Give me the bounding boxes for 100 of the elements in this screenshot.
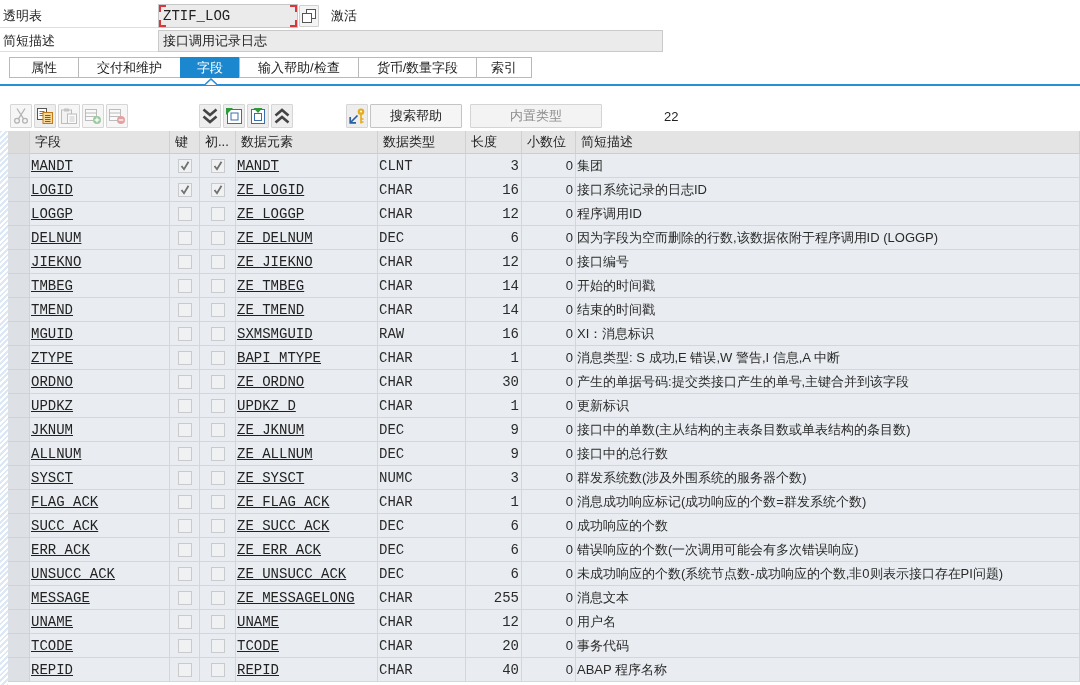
field-name-link[interactable]: ZTYPE	[31, 349, 73, 366]
column-header[interactable]: 字段	[30, 131, 170, 154]
field-name-link[interactable]: ORDNO	[31, 373, 73, 390]
checkbox[interactable]	[210, 638, 225, 653]
checkbox[interactable]	[210, 566, 225, 581]
column-header[interactable]: 键	[170, 131, 200, 154]
data-element-link[interactable]: ZE_LOGID	[237, 181, 305, 198]
field-name-link[interactable]: UNAME	[31, 613, 73, 630]
checkbox[interactable]	[210, 518, 225, 533]
data-element-link[interactable]: UPDKZ_D	[237, 397, 296, 414]
row-selector[interactable]	[8, 250, 30, 274]
data-element-link[interactable]: ZE_SUCC_ACK	[237, 517, 330, 534]
toolbar-button[interactable]	[346, 104, 368, 128]
data-element-link[interactable]: SXMSMGUID	[237, 325, 313, 342]
checkbox[interactable]	[210, 614, 225, 629]
column-header[interactable]: 简短描述	[576, 131, 1080, 154]
checkbox[interactable]	[177, 446, 192, 461]
row-selector[interactable]	[8, 322, 30, 346]
checkbox[interactable]	[177, 566, 192, 581]
data-element-link[interactable]: ZE_FLAG_ACK	[237, 493, 330, 510]
data-element-link[interactable]: ZE_LOGGP	[237, 205, 305, 222]
checkbox[interactable]	[177, 206, 192, 221]
field-name-link[interactable]: TCODE	[31, 637, 73, 654]
data-element-link[interactable]: ZE_MESSAGELONG	[237, 589, 355, 606]
checkbox[interactable]	[177, 638, 192, 653]
row-selector[interactable]	[8, 658, 30, 682]
column-header[interactable]: 长度	[466, 131, 522, 154]
tab[interactable]: 属性	[9, 57, 79, 78]
data-element-link[interactable]: ZE_ALLNUM	[237, 445, 313, 462]
field-name-link[interactable]: REPID	[31, 661, 73, 678]
row-selector[interactable]	[8, 634, 30, 658]
data-element-link[interactable]: UNAME	[237, 613, 279, 630]
checkbox[interactable]	[177, 182, 192, 197]
row-selector[interactable]	[8, 178, 30, 202]
field-name-link[interactable]: LOGGP	[31, 205, 73, 222]
checkbox[interactable]	[177, 254, 192, 269]
checkbox[interactable]	[177, 326, 192, 341]
row-selector[interactable]	[8, 394, 30, 418]
data-element-link[interactable]: MANDT	[237, 157, 279, 174]
field-name-link[interactable]: JIEKNO	[31, 253, 82, 270]
toolbar-button[interactable]	[271, 104, 293, 128]
row-selector[interactable]	[8, 562, 30, 586]
checkbox[interactable]	[210, 350, 225, 365]
tab[interactable]: 字段	[180, 57, 240, 78]
toolbar-button[interactable]	[247, 104, 269, 128]
column-header[interactable]: 小数位	[522, 131, 576, 154]
tab[interactable]: 货币/数量字段	[357, 57, 478, 78]
row-selector[interactable]	[8, 442, 30, 466]
checkbox[interactable]	[177, 158, 192, 173]
checkbox[interactable]	[210, 398, 225, 413]
field-name-link[interactable]: TMEND	[31, 301, 73, 318]
field-name-link[interactable]: SYSCT	[31, 469, 73, 486]
checkbox[interactable]	[177, 398, 192, 413]
field-name-link[interactable]: ALLNUM	[31, 445, 82, 462]
data-element-link[interactable]: ZE_DELNUM	[237, 229, 313, 246]
checkbox[interactable]	[177, 302, 192, 317]
row-selector[interactable]	[8, 586, 30, 610]
data-element-link[interactable]: ZE_JKNUM	[237, 421, 305, 438]
field-name-link[interactable]: LOGID	[31, 181, 73, 198]
field-name-link[interactable]: FLAG_ACK	[31, 493, 99, 510]
checkbox[interactable]	[210, 590, 225, 605]
row-selector[interactable]	[8, 202, 30, 226]
field-name-link[interactable]: MESSAGE	[31, 589, 90, 606]
checkbox[interactable]	[210, 662, 225, 677]
field-name-link[interactable]: JKNUM	[31, 421, 73, 438]
checkbox[interactable]	[210, 422, 225, 437]
checkbox[interactable]	[177, 542, 192, 557]
row-selector[interactable]	[8, 610, 30, 634]
checkbox[interactable]	[177, 518, 192, 533]
row-selector[interactable]	[8, 226, 30, 250]
field-name-link[interactable]: MGUID	[31, 325, 73, 342]
field-name-link[interactable]: MANDT	[31, 157, 73, 174]
data-element-link[interactable]: ZE_TMBEG	[237, 277, 305, 294]
checkbox[interactable]	[210, 206, 225, 221]
row-selector[interactable]	[8, 466, 30, 490]
row-selector[interactable]	[8, 490, 30, 514]
tab[interactable]: 输入帮助/检查	[239, 57, 359, 78]
tab[interactable]: 交付和维护	[78, 57, 181, 78]
data-element-link[interactable]: ZE_TMEND	[237, 301, 305, 318]
column-header[interactable]: 初...	[200, 131, 236, 154]
column-header[interactable]: 数据类型	[378, 131, 466, 154]
checkbox[interactable]	[177, 278, 192, 293]
description-field[interactable]: 接口调用记录日志	[158, 30, 663, 52]
row-selector[interactable]	[8, 154, 30, 178]
row-selector[interactable]	[8, 538, 30, 562]
checkbox[interactable]	[177, 350, 192, 365]
checkbox[interactable]	[177, 230, 192, 245]
checkbox[interactable]	[177, 614, 192, 629]
checkbox[interactable]	[210, 374, 225, 389]
data-element-link[interactable]: ZE_ERR_ACK	[237, 541, 321, 558]
toolbar-button[interactable]	[223, 104, 245, 128]
field-name-link[interactable]: UPDKZ	[31, 397, 73, 414]
toolbar-button[interactable]	[34, 104, 56, 128]
checkbox[interactable]	[210, 254, 225, 269]
checkbox[interactable]	[210, 278, 225, 293]
data-element-link[interactable]: ZE_SYSCT	[237, 469, 305, 486]
checkbox[interactable]	[210, 326, 225, 341]
checkbox[interactable]	[210, 494, 225, 509]
table-name-field[interactable]: ZTIF_LOG	[158, 4, 298, 28]
row-selector[interactable]	[8, 418, 30, 442]
